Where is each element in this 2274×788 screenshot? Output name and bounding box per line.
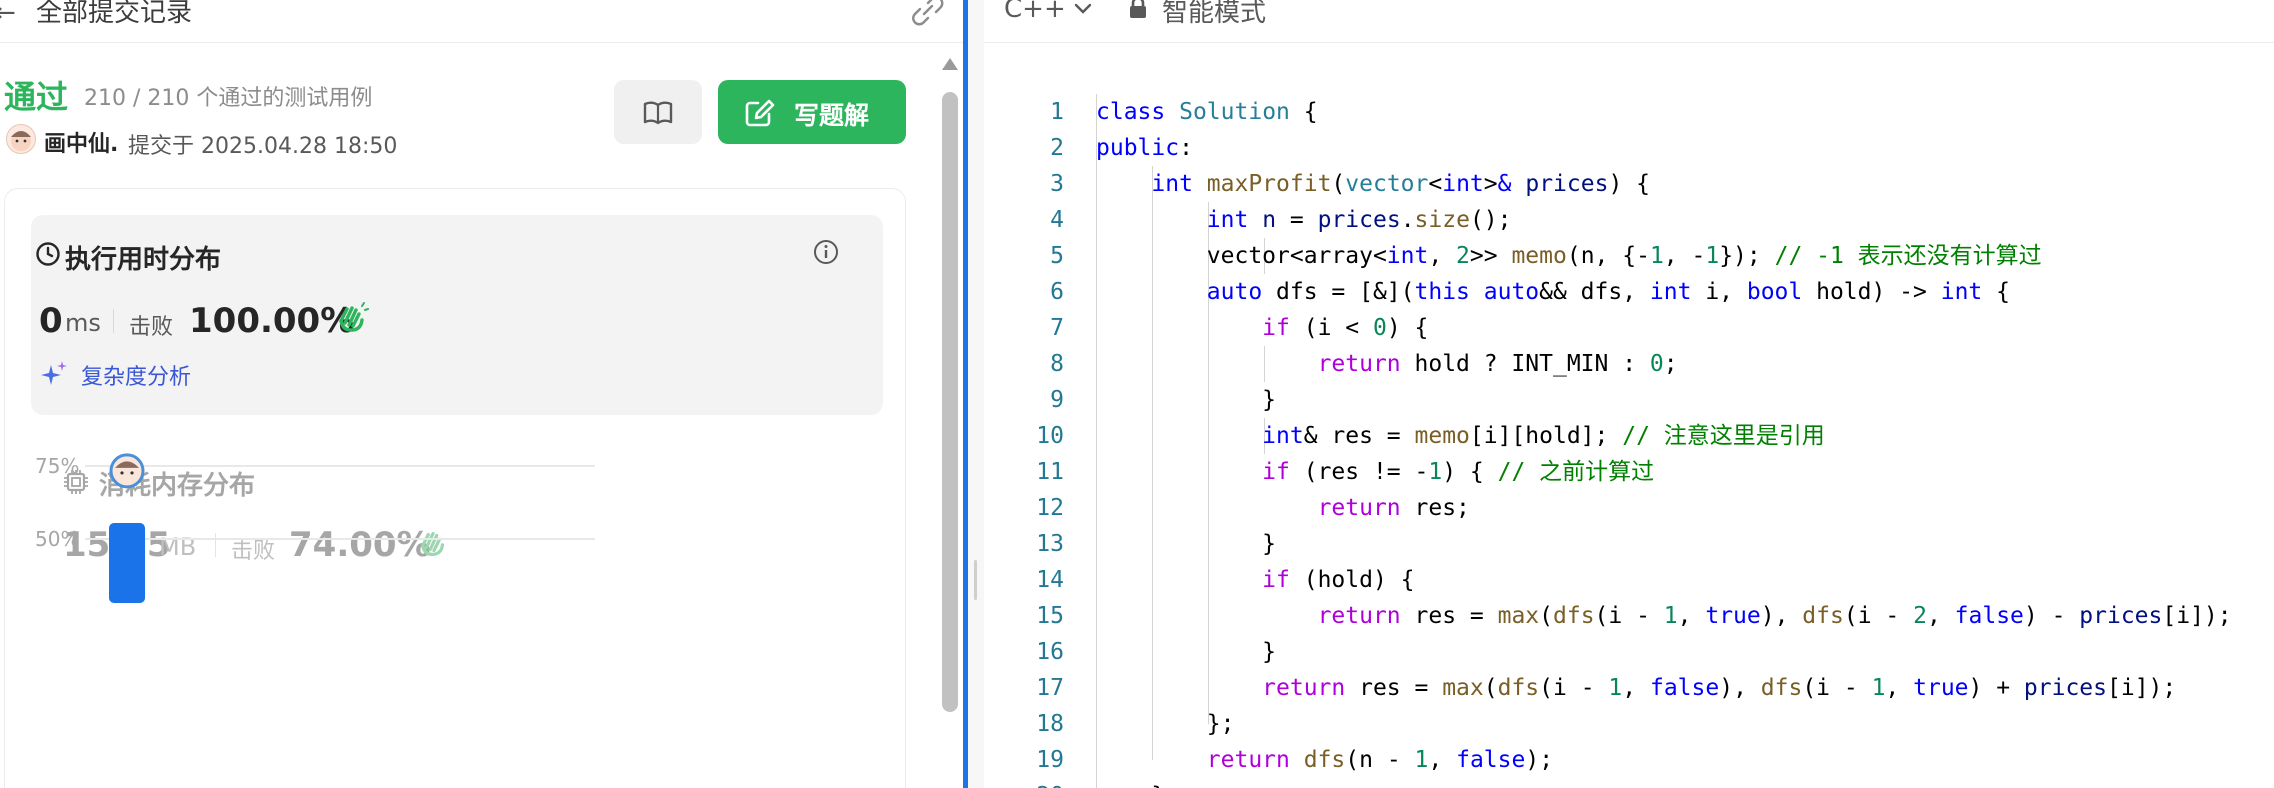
code-line: 6 auto dfs = [&](this auto&& dfs, int i,… (984, 238, 2274, 305)
avatar[interactable] (6, 124, 36, 154)
y-tick-label: 75% (35, 454, 79, 478)
editor-mode[interactable]: 智能模式 (1162, 0, 1266, 29)
code-line: 18 }; (984, 670, 2274, 737)
lock-icon (1130, 0, 1146, 18)
user-position-marker[interactable] (109, 453, 145, 489)
submitter-name[interactable]: 画中仙. (44, 126, 118, 158)
code-line: 4 int n = prices.size(); (984, 166, 2274, 233)
code-line: 9 } (984, 346, 2274, 413)
code-line: 2 public: (984, 94, 2274, 161)
code-line: 10 int& res = memo[i][hold]; // 注意这里是引用 (984, 382, 2274, 449)
code-line: 1 class Solution { (984, 58, 2274, 125)
line-number: 20 (984, 778, 1064, 788)
status-label: 通过 (4, 78, 69, 116)
code-line: 7 if (i < 0) { (984, 274, 2274, 341)
back-arrow-icon[interactable]: ← (0, 0, 16, 28)
scroll-up-arrow[interactable] (942, 58, 958, 70)
write-solution-label: 写题解 (794, 101, 870, 130)
code-area[interactable]: 1 class Solution { 2 public: 3 int maxProf… (984, 58, 2274, 788)
resize-handle[interactable] (968, 0, 984, 788)
book-icon (643, 101, 673, 125)
code-line: 14 if (hold) { (984, 526, 2274, 593)
code-line: 12 return res; (984, 454, 2274, 521)
chart-bar[interactable] (109, 523, 145, 603)
solution-book-button[interactable] (614, 80, 702, 144)
code-line: 3 int maxProfit(vector<int>& prices) { (984, 130, 2274, 197)
submission-panel: ← 全部提交记录 通过 210 / 210 个通过的测试用例 画中仙. 提交于 … (0, 0, 965, 788)
resize-grip[interactable] (974, 560, 977, 600)
pen-icon (745, 99, 775, 127)
editor-header: C++ 智能模式 (984, 0, 2274, 43)
submit-time: 提交于 2025.04.28 18:50 (128, 134, 398, 159)
distribution-chart[interactable]: 75% 50% (5, 189, 905, 788)
testcase-summary: 210 / 210 个通过的测试用例 (84, 86, 373, 111)
code-editor-panel: C++ 智能模式 1 class Solution { 2 public: 3 in… (984, 0, 2274, 788)
code-line: 11 if (res != -1) { // 之前计算过 (984, 418, 2274, 485)
y-tick-label: 50% (35, 527, 79, 551)
code-line: 5 vector<array<int, 2>> memo(n, {-1, -1}… (984, 202, 2274, 269)
panel-title: 全部提交记录 (36, 0, 193, 28)
link-icon[interactable] (908, 0, 946, 26)
chevron-down-icon[interactable] (1072, 0, 1094, 20)
code-line: 13 } (984, 490, 2274, 557)
code-line: 16 } (984, 598, 2274, 665)
language-select[interactable]: C++ (1004, 0, 1066, 24)
write-solution-button[interactable]: 写题解 (718, 80, 906, 144)
performance-card: 执行用时分布 0 ms 击败 100.00% 复杂度分析 消耗内存分布 15.2… (4, 188, 906, 788)
code-line: 8 return hold ? INT_MIN : 0; (984, 310, 2274, 377)
code-line: 15 return res = max(dfs(i - 1, true), df… (984, 562, 2274, 629)
code-line: 20 } (984, 742, 2274, 788)
code-line: 17 return res = max(dfs(i - 1, false), d… (984, 634, 2274, 701)
submission-header: ← 全部提交记录 (0, 0, 965, 43)
scrollbar-thumb[interactable] (942, 92, 958, 712)
code-line: 19 return dfs(n - 1, false); (984, 706, 2274, 773)
